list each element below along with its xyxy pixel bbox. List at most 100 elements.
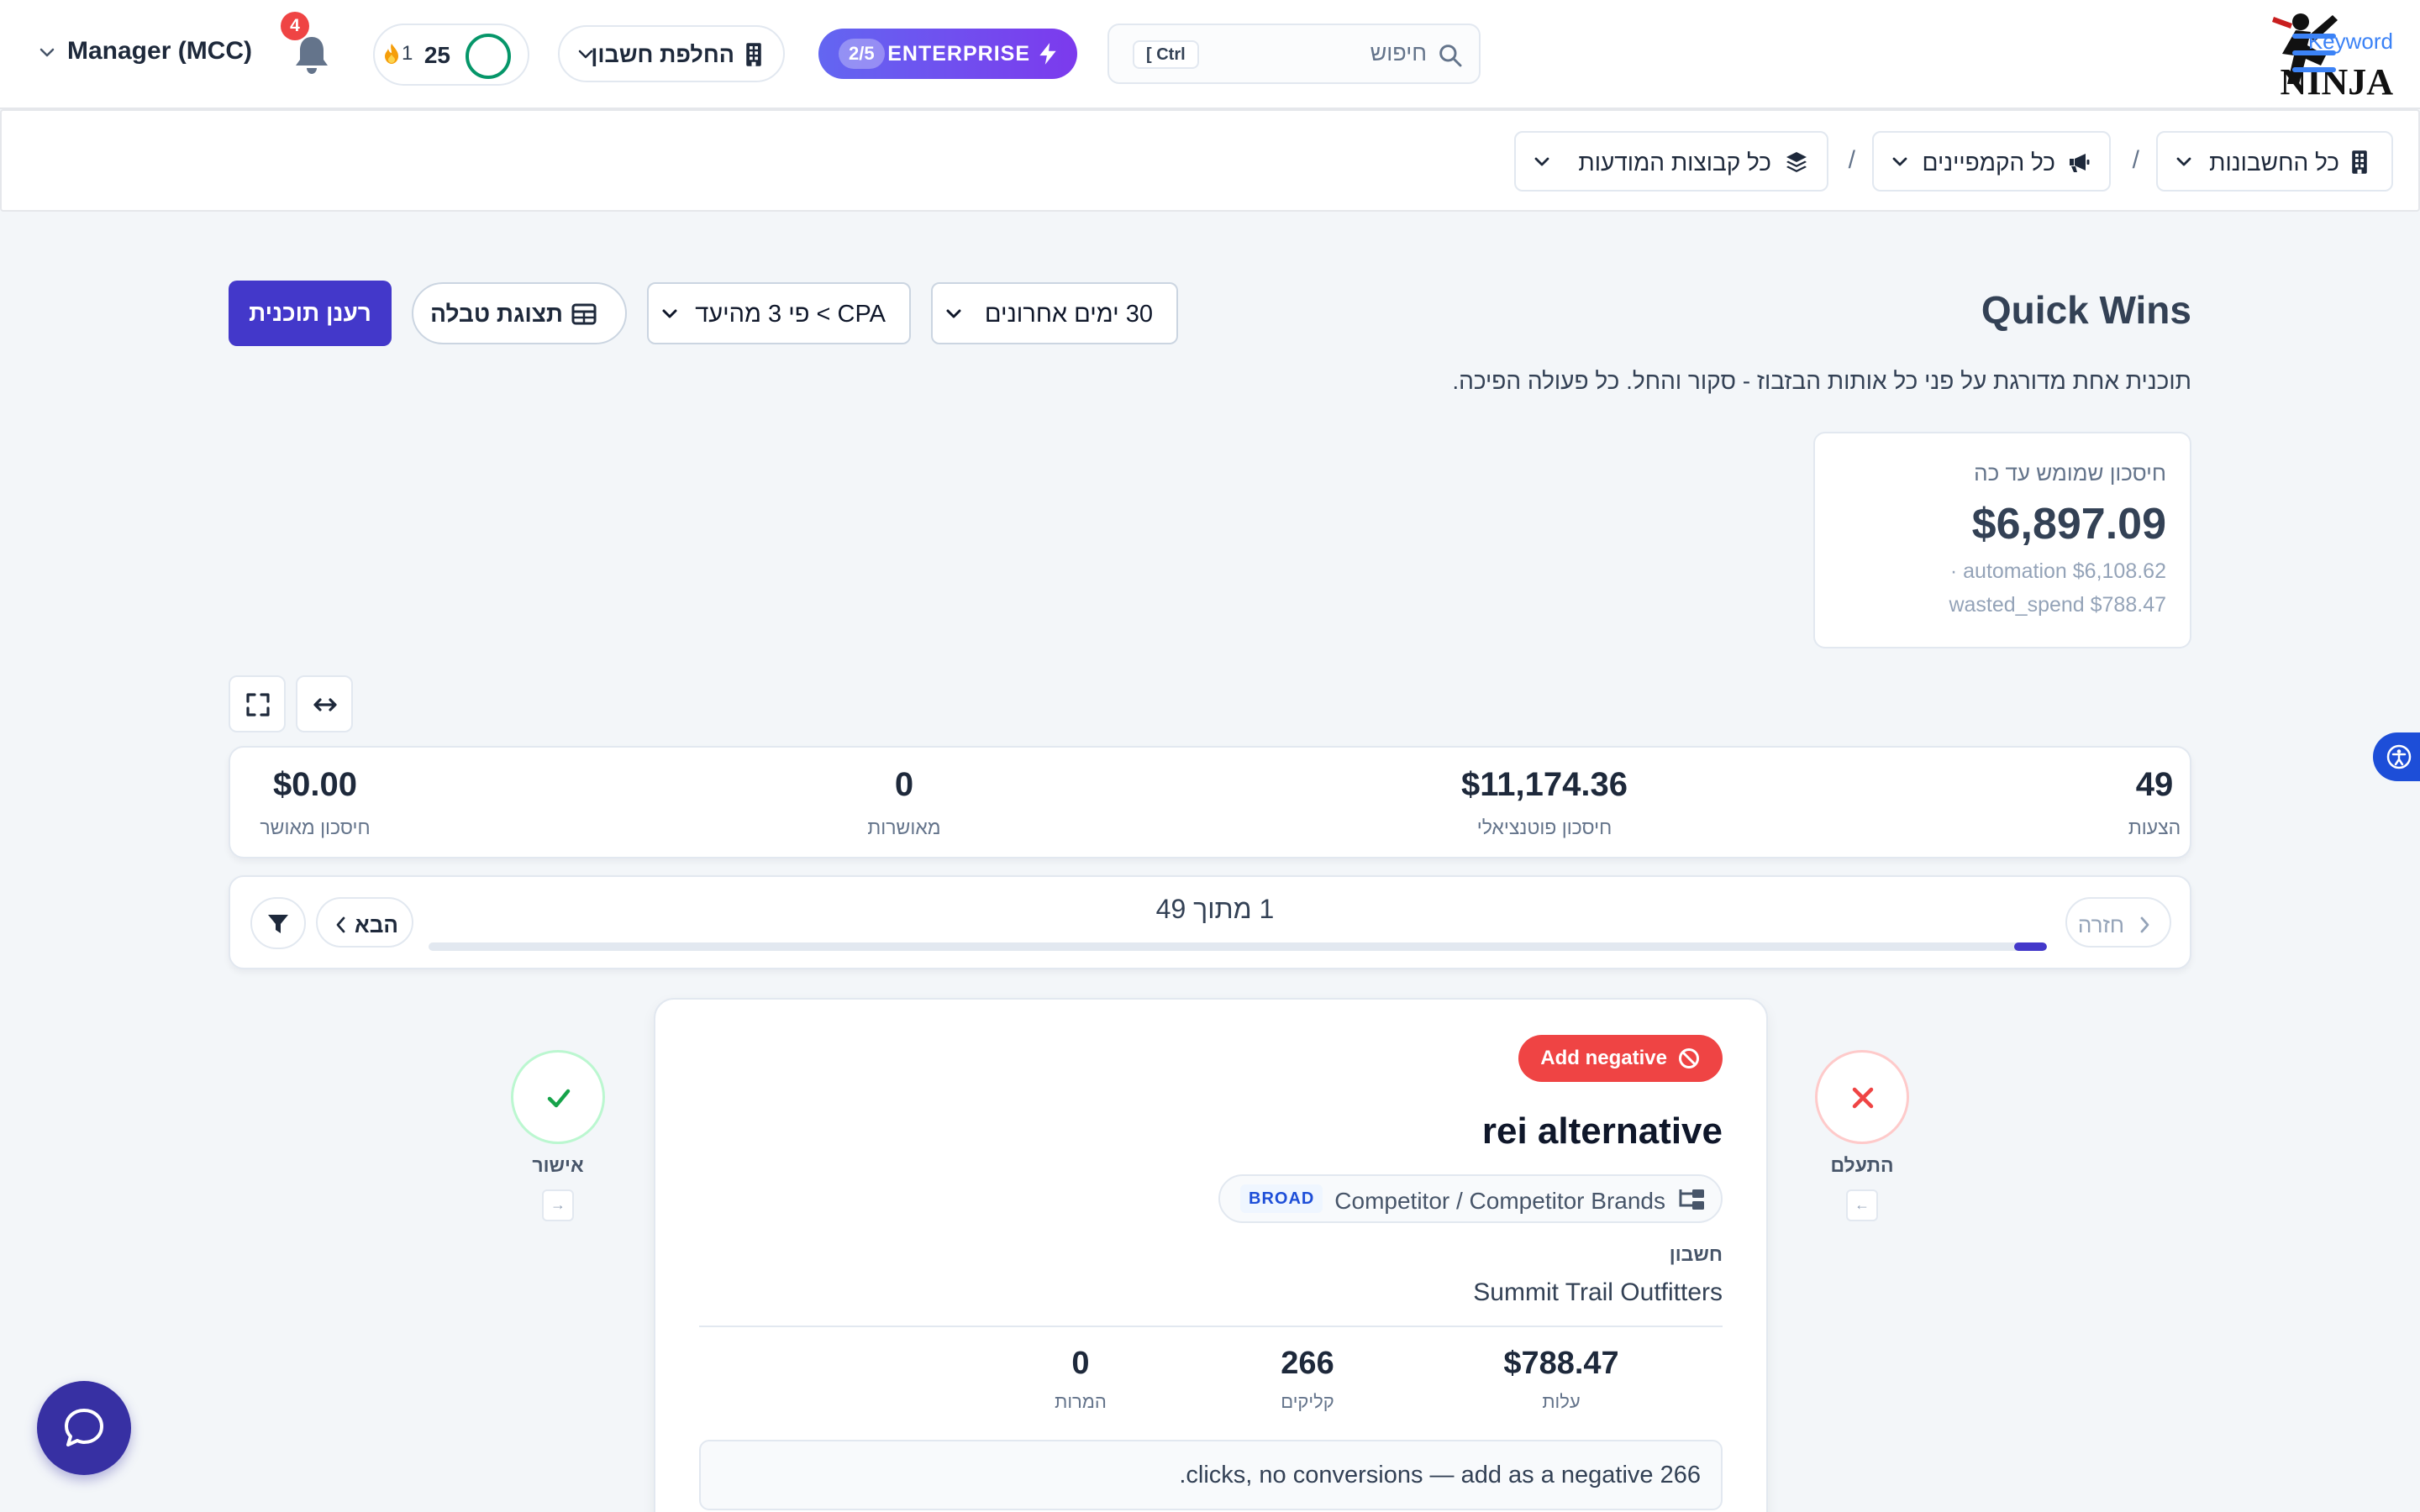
table-icon bbox=[571, 303, 597, 325]
back-label: חזרה bbox=[2077, 912, 2124, 937]
toggle-width-button[interactable] bbox=[296, 675, 353, 732]
cpa-filter-value: CPA > פי 3 מהיעד bbox=[695, 301, 886, 328]
stat-potential-savings-value: $11,174.36 bbox=[1461, 766, 1628, 803]
breadcrumb-ad-groups-label: כל קבוצות המודעות bbox=[1578, 150, 1771, 176]
metric-clicks-value: 266 bbox=[1281, 1346, 1334, 1381]
fullscreen-button[interactable] bbox=[229, 675, 286, 732]
chevron-down-icon bbox=[2176, 157, 2191, 166]
chat-launcher-button[interactable] bbox=[37, 1381, 131, 1475]
stats-summary-bar: 49 הצעות $11,174.36 חיסכון פוטנציאלי 0 מ… bbox=[229, 746, 2191, 858]
chevron-down-icon bbox=[578, 50, 593, 59]
suggestion-reason-box: .clicks, no conversions — add as a negat… bbox=[699, 1440, 1723, 1510]
stat-approved-value: 0 bbox=[894, 766, 914, 803]
bolt-icon bbox=[1039, 43, 1056, 65]
back-button[interactable]: חזרה bbox=[2065, 897, 2171, 948]
menu-toggle-button[interactable] bbox=[2292, 32, 2341, 76]
stat-potential-savings-label: חיסכון פוטנציאלי bbox=[1476, 816, 1612, 838]
stat-approved-label: מאושרות bbox=[867, 816, 941, 838]
folder-tree-icon bbox=[1679, 1189, 1704, 1210]
breadcrumb-campaigns-label: כל הקמפיינים bbox=[1922, 150, 2055, 176]
stat-approved-savings-label: חיסכון מאושר bbox=[260, 816, 371, 838]
breadcrumb-ad-groups-dropdown[interactable]: כל קבוצות המודעות bbox=[1514, 131, 1828, 192]
streak-widget[interactable]: 25 1 bbox=[373, 24, 529, 86]
layers-icon bbox=[1786, 152, 1807, 172]
metric-cost-label: עלות bbox=[1542, 1391, 1581, 1412]
account-label: חשבון bbox=[1669, 1243, 1723, 1265]
next-label: הבא bbox=[355, 912, 398, 937]
top-bar: Keyword NINJA חיפוש [ Ctrl ENTERPRISE 2/… bbox=[0, 0, 2420, 109]
date-range-value: 30 ימים אחרונים bbox=[984, 301, 1153, 328]
approve-shortcut-key: → bbox=[542, 1189, 574, 1221]
match-type-badge: BROAD bbox=[1240, 1184, 1323, 1213]
metric-conversions-value: 0 bbox=[1071, 1346, 1090, 1381]
approve-button[interactable] bbox=[511, 1050, 605, 1144]
ignore-button[interactable] bbox=[1815, 1050, 1909, 1144]
progress-ring bbox=[466, 34, 511, 79]
breadcrumb-accounts-label: כל החשבונות bbox=[2209, 150, 2339, 176]
chevron-down-icon bbox=[1892, 157, 1907, 166]
suggestion-pager: חזרה 1 מתוך 49 הבא bbox=[229, 875, 2191, 969]
pager-progress-bar bbox=[429, 942, 2047, 951]
account-name: Summit Trail Outfitters bbox=[1473, 1278, 1723, 1306]
savings-breakdown-automation: · automation $6,108.62 bbox=[1949, 559, 2166, 583]
savings-breakdown-wasted-spend: wasted_spend $788.47 bbox=[1949, 593, 2166, 617]
refresh-plan-button[interactable]: רענן תוכנית bbox=[229, 281, 392, 346]
page-subtitle: תוכנית אחת מדורגת על פני כל אותות הבזבוז… bbox=[1452, 368, 2191, 394]
card-divider bbox=[699, 1326, 1723, 1327]
search-shortcut-hint: [ Ctrl bbox=[1133, 40, 1199, 69]
megaphone-icon bbox=[2070, 154, 2090, 172]
expand-icon bbox=[246, 693, 270, 717]
metric-clicks-label: קליקים bbox=[1281, 1391, 1334, 1412]
fire-counter: 1 bbox=[383, 42, 413, 66]
stat-approved-savings-value: $0.00 bbox=[272, 766, 358, 803]
building-icon bbox=[746, 43, 761, 66]
account-mode-dropdown[interactable]: Manager (MCC) bbox=[67, 37, 252, 66]
chevron-down-icon bbox=[662, 309, 677, 318]
chevron-left-icon bbox=[336, 916, 345, 933]
approve-label: אישור bbox=[532, 1154, 584, 1176]
suggestion-reason-text: .clicks, no conversions — add as a negat… bbox=[1179, 1462, 1701, 1488]
breadcrumb-accounts-dropdown[interactable]: כל החשבונות bbox=[2156, 131, 2393, 192]
plan-badge[interactable]: ENTERPRISE 2/5 bbox=[818, 29, 1077, 79]
action-type-badge: Add negative bbox=[1518, 1035, 1723, 1082]
filter-icon bbox=[268, 915, 288, 933]
filter-button[interactable] bbox=[250, 897, 306, 949]
date-range-select[interactable]: 30 ימים אחרונים bbox=[931, 282, 1178, 344]
action-type-label: Add negative bbox=[1540, 1047, 1667, 1069]
search-placeholder: חיפוש bbox=[1370, 40, 1427, 66]
cpa-filter-select[interactable]: CPA > פי 3 מהיעד bbox=[647, 282, 911, 344]
suggestion-card: Add negative rei alternative Competitor … bbox=[654, 998, 1768, 1512]
streak-score: 25 bbox=[424, 42, 450, 68]
keyword-title: rei alternative bbox=[1481, 1110, 1723, 1152]
fire-icon bbox=[385, 44, 398, 64]
stat-suggestions-value: 49 bbox=[2135, 766, 2174, 803]
arrows-horizontal-icon bbox=[313, 698, 337, 711]
close-icon bbox=[1852, 1087, 1874, 1109]
breadcrumb-separator: / bbox=[1848, 146, 1855, 174]
fire-count: 1 bbox=[402, 42, 413, 65]
search-input[interactable]: חיפוש [ Ctrl bbox=[1107, 24, 1481, 84]
account-switcher-label: החלפת חשבון bbox=[591, 42, 734, 67]
table-view-button[interactable]: תצוגת טבלה bbox=[412, 282, 627, 344]
realized-savings-label: חיסכון שמומש עד כה bbox=[1974, 460, 2166, 486]
next-button[interactable]: הבא bbox=[316, 897, 413, 948]
chevron-down-icon bbox=[39, 48, 55, 57]
breadcrumb-campaigns-dropdown[interactable]: כל הקמפיינים bbox=[1872, 131, 2111, 192]
ignore-shortcut-key: ← bbox=[1846, 1189, 1878, 1221]
metric-cost-value: $788.47 bbox=[1503, 1346, 1619, 1381]
accessibility-icon bbox=[2386, 744, 2412, 769]
plan-label: ENTERPRISE bbox=[887, 42, 1030, 66]
notification-count-badge: 4 bbox=[281, 12, 309, 40]
metric-conversions-label: המרות bbox=[1055, 1391, 1107, 1412]
keyword-location-pill: Competitor / Competitor Brands BROAD bbox=[1218, 1174, 1723, 1223]
building-icon bbox=[2352, 150, 2367, 174]
account-switcher-button[interactable]: החלפת חשבון bbox=[558, 25, 785, 82]
pager-position: 1 מתוך 49 bbox=[1155, 894, 1275, 924]
campaign-adgroup-path: Competitor / Competitor Brands bbox=[1334, 1188, 1665, 1214]
realized-savings-card: חיסכון שמומש עד כה $6,897.09 · automatio… bbox=[1813, 432, 2191, 648]
page-title: Quick Wins bbox=[1981, 288, 2191, 332]
table-view-label: תצוגת טבלה bbox=[430, 301, 563, 327]
breadcrumb-separator: / bbox=[2132, 146, 2139, 174]
accessibility-button[interactable] bbox=[2373, 732, 2420, 781]
chevron-down-icon bbox=[1534, 157, 1549, 166]
